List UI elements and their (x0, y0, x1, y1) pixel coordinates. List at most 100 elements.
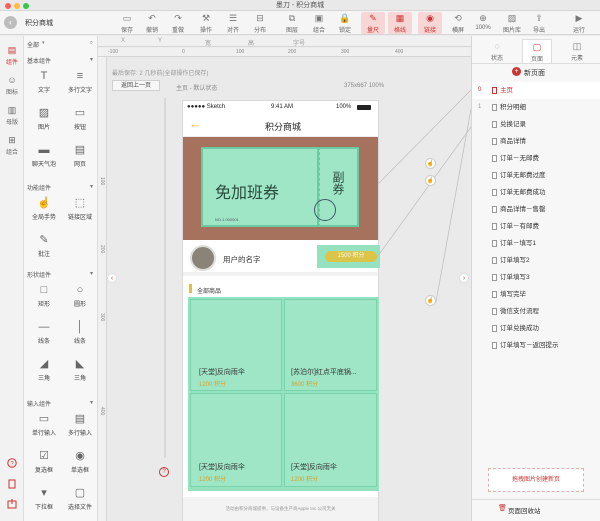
collapse-left-icon[interactable]: ‹ (107, 273, 117, 283)
widget-triangle-right[interactable]: ◣ 三角 (63, 354, 97, 388)
close-window-icon[interactable] (5, 3, 11, 9)
new-page-button[interactable]: + 新页面 (512, 67, 545, 78)
widget-link-area[interactable]: ⬚ 链接区域 (63, 193, 97, 227)
widget-rectangle[interactable]: □ 矩形 (27, 280, 61, 314)
search-icon[interactable]: ⌕ (90, 40, 93, 47)
rail-item-component[interactable]: ▤ 组件 (0, 40, 24, 70)
page-list-item[interactable]: 填写完毕 (472, 286, 600, 303)
toolbar-ruler-button[interactable]: ✎ 量尺 (361, 12, 385, 34)
link-hand-icon[interactable]: ☝ (425, 175, 436, 186)
widget-circle[interactable]: ○ 圆形 (63, 280, 97, 314)
avatar[interactable] (190, 245, 216, 271)
points-hotspot[interactable]: 1500 积分 (317, 245, 380, 268)
font-size-field[interactable]: 字号 (293, 38, 305, 47)
document-title: 积分商城 (25, 20, 53, 27)
y-field[interactable]: Y (158, 38, 162, 44)
link-hand-icon[interactable]: ☝ (425, 158, 436, 169)
widget-gesture[interactable]: ☝ 全局手势 (27, 193, 61, 227)
toolbar-image-library-button[interactable]: ▨ 图片库 (500, 12, 524, 34)
widget-webpage[interactable]: ▤ 网页 (63, 140, 97, 174)
widget-dropdown[interactable]: ▾ 下拉框 (27, 483, 61, 517)
product-card[interactable]: [天堂]反向雨伞 1200 积分 (284, 393, 377, 487)
page-list-item[interactable]: 商品详情－售罄 (472, 201, 600, 218)
help-icon[interactable]: ? (159, 467, 169, 477)
page-list-item[interactable]: 订单填写－返回提示 (472, 337, 600, 354)
toolbar-distribute-button[interactable]: ⊟ 分布 (248, 12, 272, 34)
widget-picture[interactable]: ▨ 图片 (27, 103, 61, 137)
tab-element[interactable]: ◫ 元素 (562, 39, 592, 63)
toolbar-layers-button[interactable]: ⧉ 图层 (280, 12, 304, 34)
x-field[interactable]: X (121, 38, 125, 44)
product-card[interactable]: [苏泊尔]红点平底锅... 3600 积分 (284, 299, 377, 391)
toolbar-rotate-button[interactable]: ⟲ 横屏 (446, 12, 470, 34)
widget-single-input[interactable]: ▭ 单行输入 (27, 409, 61, 443)
widget-button[interactable]: ▭ 按钮 (63, 103, 97, 137)
widget-file[interactable]: ▢ 选择文件 (63, 483, 97, 517)
tab-page[interactable]: ▢ 页面 (522, 39, 552, 63)
widget-triangle[interactable]: ◢ 三角 (27, 354, 61, 388)
width-field[interactable]: 宽 (205, 38, 211, 47)
page-list-item[interactable]: 订单－填写1 (472, 235, 600, 252)
page-list-item[interactable]: 订单填写2 (472, 252, 600, 269)
share-icon[interactable] (7, 499, 17, 509)
tab-status[interactable]: ◌ 状态 (482, 39, 512, 63)
page-list-item[interactable]: 0 主页 (472, 82, 600, 99)
minimize-window-icon[interactable] (14, 3, 20, 9)
back-icon[interactable]: ‹ (4, 16, 17, 29)
widget-vertical-line[interactable]: │ 线条 (63, 317, 97, 351)
toolbar-lock-button[interactable]: 🔒 锁定 (333, 12, 357, 34)
toolbar-undo-button[interactable]: ↶ 撤销 (140, 12, 164, 34)
widget-chat-bubble[interactable]: ▬ 聊天气泡 (27, 140, 61, 174)
toolbar-zoom-button[interactable]: ⊕ 100% (471, 12, 495, 34)
toolbar-operate-button[interactable]: ⚒ 操作 (194, 12, 218, 34)
back-page-button[interactable]: 返回上一页 (112, 80, 160, 91)
maximize-window-icon[interactable] (23, 3, 29, 9)
widget-annotation[interactable]: ✎ 批注 (27, 230, 61, 264)
height-field[interactable]: 高 (248, 38, 254, 47)
page-list-item[interactable]: 商品详情 (472, 133, 600, 150)
toolbar-export-button[interactable]: ⇪ 导出 (527, 12, 551, 34)
widget-section-header[interactable]: 功能组件 ▾ (27, 183, 95, 192)
page-list-item[interactable]: 1 积分明细 (472, 99, 600, 116)
toolbar-run-button[interactable]: ▶ 运行 (567, 12, 591, 34)
widget-multiline-text[interactable]: ≡ 多行文字 (63, 66, 97, 100)
link-hand-icon[interactable]: ☝ (425, 295, 436, 306)
widget-multi-input[interactable]: ▤ 多行输入 (63, 409, 97, 443)
rail-item-master[interactable]: ▥ 母版 (0, 100, 24, 130)
rail-item-combination[interactable]: ⊞ 组合 (0, 130, 24, 160)
product-card[interactable]: [天堂]反向雨伞 1200 积分 (190, 299, 282, 391)
page-list-item[interactable]: 订单无邮费成功 (472, 184, 600, 201)
page-list-item[interactable]: 微信支付流程 (472, 303, 600, 320)
widget-text[interactable]: T 文字 (27, 66, 61, 100)
page-list-item[interactable]: 订单兑换成功 (472, 320, 600, 337)
widget-filter-select[interactable]: 全部 ▾ ⌕ (27, 40, 93, 50)
rail-item-icon-library[interactable]: ☺ 图标 (0, 70, 24, 100)
coupon-ticket[interactable]: 免加班券 NO.1 000001 (201, 147, 319, 227)
widget-line[interactable]: — 线条 (27, 317, 61, 351)
phone-artboard[interactable]: ●●●●● Sketch 9:41 AM 100% ← 积分商城 免加班券 NO… (182, 100, 380, 521)
page-list-item[interactable]: 兑换记录 (472, 116, 600, 133)
page-list-item[interactable]: 订单－无邮费 (472, 150, 600, 167)
page-icon (492, 308, 497, 315)
toolbar-grid-button[interactable]: ▦ 格线 (388, 12, 412, 34)
trash-button[interactable]: 🗑 页面回收站 (498, 505, 541, 515)
page-list-item[interactable]: 订单填写3 (472, 269, 600, 286)
toolbar-redo-button[interactable]: ↷ 重做 (166, 12, 190, 34)
page-list-item[interactable]: 订单－有邮费 (472, 218, 600, 235)
back-arrow-icon[interactable]: ← (189, 116, 202, 131)
widget-radio[interactable]: ◉ 单选框 (63, 446, 97, 480)
document-icon[interactable] (7, 479, 17, 489)
toolbar-group-button[interactable]: ▣ 组合 (307, 12, 331, 34)
widget-checkbox[interactable]: ☑ 复选框 (27, 446, 61, 480)
vertical-scroll-slider[interactable] (164, 98, 166, 458)
toolbar-save-button[interactable]: ▭ 保存 (115, 12, 139, 34)
widget-section-header[interactable]: 输入组件 ▾ (27, 399, 95, 408)
widget-section-header[interactable]: 形状组件 ▾ (27, 270, 95, 279)
product-card[interactable]: [天堂]反向雨伞 1200 积分 (190, 393, 282, 487)
toolbar-link-button[interactable]: ◉ 链接 (418, 12, 442, 34)
help-icon[interactable]: ? (7, 458, 17, 468)
drop-image-zone[interactable]: 拖拽图片创建新页 (488, 468, 584, 492)
toolbar-align-button[interactable]: ☰ 对齐 (221, 12, 245, 34)
page-list-item[interactable]: 订单无邮费过度 (472, 167, 600, 184)
widget-section-header[interactable]: 基本组件 ▾ (27, 56, 95, 65)
